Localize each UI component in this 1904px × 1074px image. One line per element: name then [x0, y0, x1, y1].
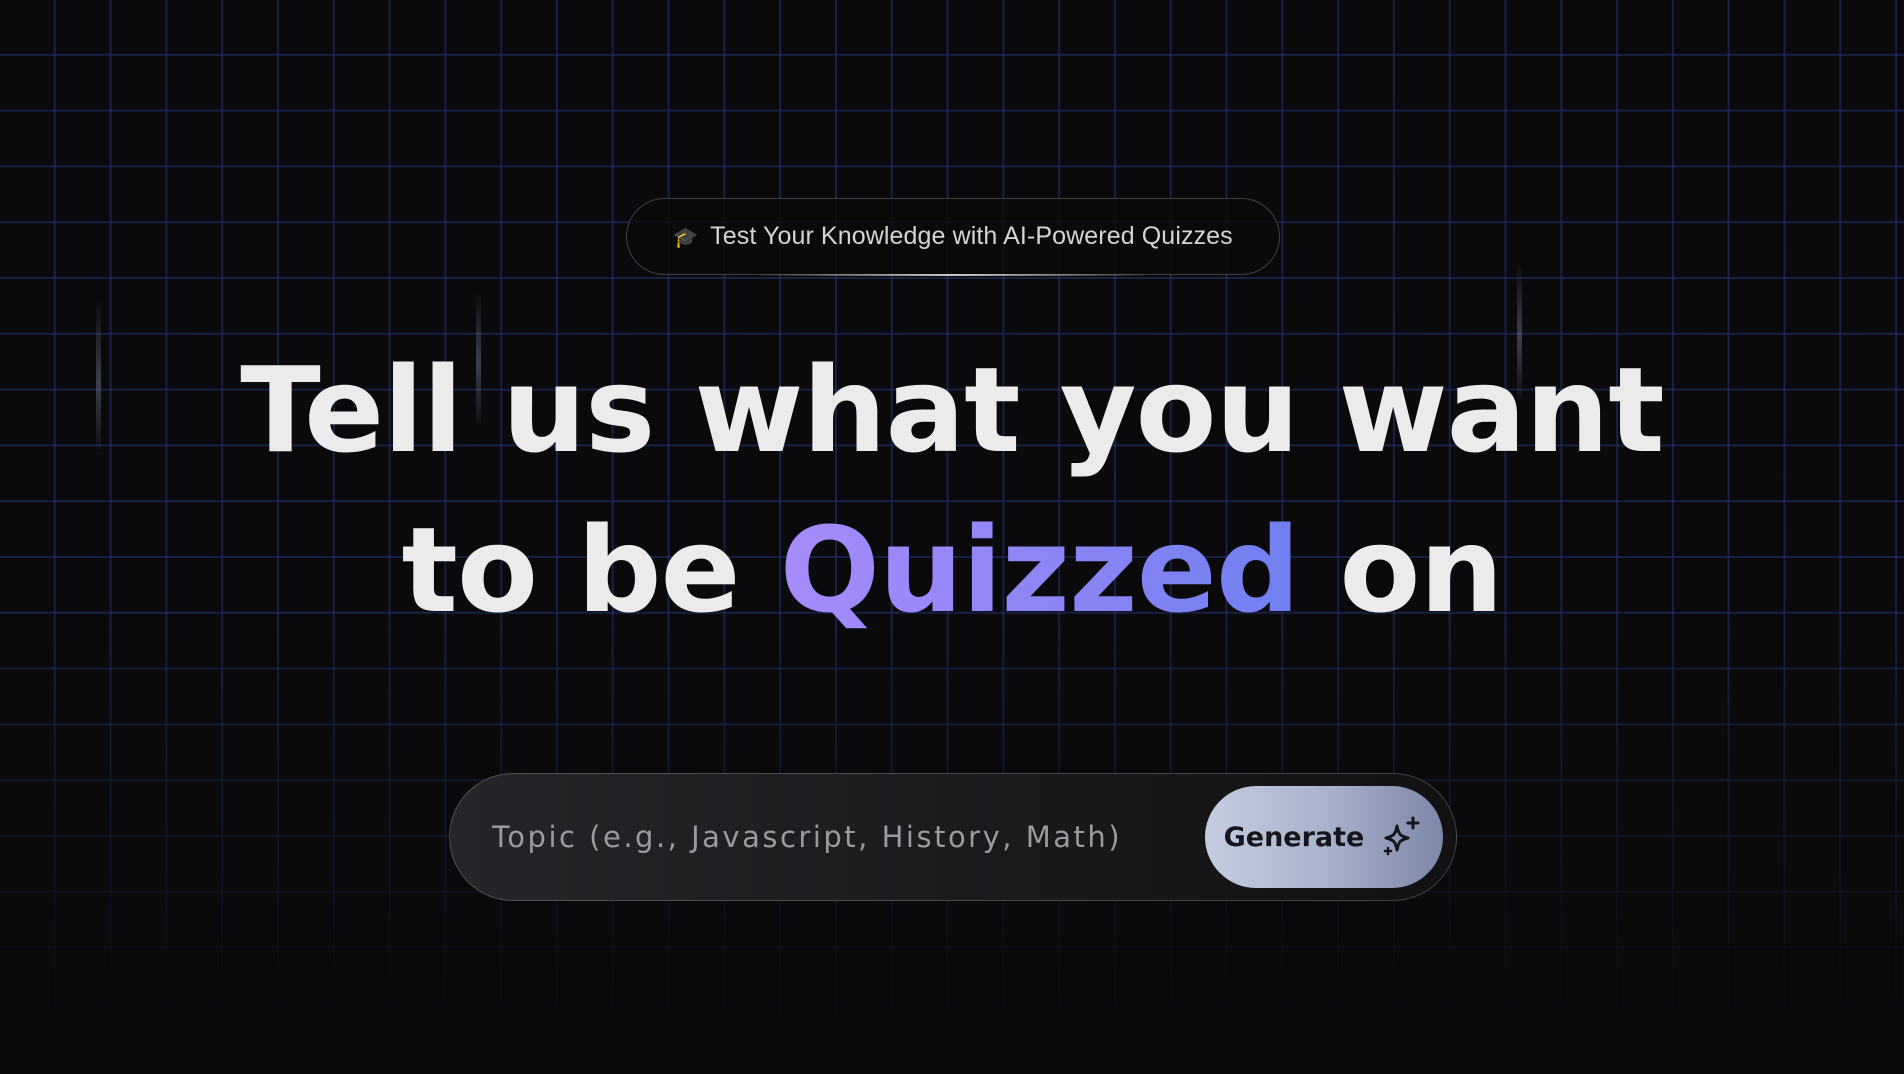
generate-button[interactable]: Generate	[1205, 786, 1443, 888]
headline-line-1: Tell us what you want	[240, 341, 1664, 479]
topic-search-bar: Generate	[449, 773, 1457, 901]
hero-headline: Tell us what you want to be Quizzed on	[0, 330, 1904, 650]
headline-line-2-prefix: to be	[401, 501, 780, 639]
headline-line-2-suffix: on	[1299, 501, 1503, 639]
tagline-text: Test Your Knowledge with AI-Powered Quiz…	[710, 222, 1233, 250]
headline-highlight: Quizzed	[779, 501, 1301, 639]
graduation-cap-icon: 🎓	[673, 224, 699, 249]
generate-button-label: Generate	[1223, 821, 1365, 853]
tagline-badge: 🎓 Test Your Knowledge with AI-Powered Qu…	[626, 198, 1280, 276]
topic-input[interactable]	[490, 806, 1205, 868]
sparkle-icon	[1384, 816, 1420, 856]
